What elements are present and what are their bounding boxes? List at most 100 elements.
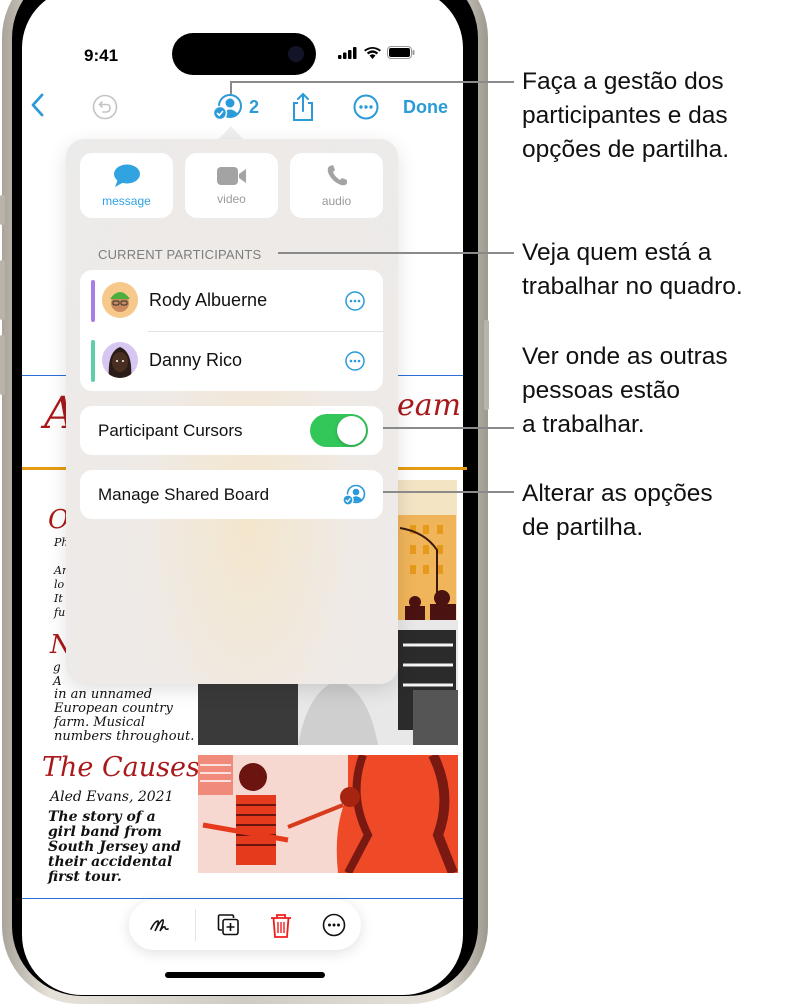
board-more-button[interactable] — [322, 913, 346, 942]
action-button — [0, 195, 5, 225]
note-line: European country — [54, 701, 173, 716]
callout-line-text: Alterar as opções — [522, 480, 713, 507]
chevron-left-icon — [31, 93, 44, 117]
audio-button[interactable]: audio — [290, 153, 383, 218]
participant-name: Rody Albuerne — [149, 290, 268, 310]
message-bubble-icon — [113, 164, 140, 187]
note-line: their accidental — [48, 854, 173, 870]
board-frame-bottom — [22, 898, 463, 899]
video-button[interactable]: video — [185, 153, 278, 218]
undo-icon — [92, 94, 118, 120]
share-button[interactable] — [291, 92, 315, 127]
participant-more-button[interactable] — [345, 351, 365, 376]
toggle-knob — [337, 416, 366, 445]
status-time: 9:41 — [84, 46, 119, 65]
memoji-icon — [108, 347, 132, 378]
participant-name: Danny Rico — [149, 350, 243, 370]
person-checkmark-icon — [213, 94, 242, 121]
memoji-icon — [110, 292, 130, 312]
battery-icon — [387, 46, 415, 59]
message-label: message — [102, 193, 151, 208]
cursor-color-indicator — [91, 340, 95, 382]
popover-arrow — [218, 126, 244, 140]
callout-line-text: pessoas estão — [522, 377, 680, 404]
manage-shared-board-row[interactable]: Manage Shared Board — [80, 470, 383, 519]
status-icons — [338, 46, 415, 59]
duplicate-button[interactable] — [217, 913, 241, 942]
trash-icon — [271, 914, 291, 938]
manage-shared-board-label: Manage Shared Board — [98, 485, 270, 504]
home-indicator — [165, 972, 325, 978]
communication-options: message video audio — [80, 153, 383, 218]
cursor-color-indicator — [91, 280, 95, 322]
board-note-causes: The story of a girl band from South Jers… — [48, 810, 181, 885]
undo-button[interactable] — [92, 94, 118, 125]
audio-label: audio — [321, 193, 352, 208]
ellipsis-circle-icon — [353, 94, 379, 120]
board-note-fragment: gA — [53, 660, 62, 688]
note-line: The story of a — [48, 809, 156, 825]
callout-line — [230, 81, 514, 83]
participant-cursors-row: Participant Cursors — [80, 406, 383, 455]
callout-line-text: a trabalhar. — [522, 411, 645, 438]
collaborate-button[interactable]: 2 — [213, 93, 259, 121]
manage-board-icon-wrap — [342, 484, 366, 511]
participant-cursors-label: Participant Cursors — [98, 421, 243, 440]
callout-line-text: trabalhar no quadro. — [522, 273, 743, 300]
note-line: in an unnamed — [54, 687, 153, 702]
avatar — [102, 282, 138, 318]
callout-participant-cursors: Ver onde as outras pessoas estão a traba… — [522, 340, 728, 442]
toolbar-separator — [195, 909, 196, 941]
board-byline: Aled Evans, 2021 — [50, 789, 174, 805]
note-line: girl band from — [48, 824, 162, 840]
phone-icon — [327, 164, 347, 185]
note-line: South Jersey and — [48, 839, 181, 855]
avatar — [102, 342, 138, 378]
volume-up-button — [0, 260, 5, 320]
callout-current-participants: Veja quem está a trabalhar no quadro. — [522, 236, 743, 304]
volume-down-button — [0, 335, 5, 395]
participants-list: Rody Albuerne Danny Rico — [80, 270, 383, 391]
delete-button[interactable] — [270, 913, 292, 944]
scribble-icon — [150, 919, 169, 932]
participant-count: 2 — [249, 96, 260, 117]
message-button[interactable]: message — [80, 153, 173, 218]
board-heading-causes: The Causes — [42, 752, 200, 783]
callout-line — [383, 491, 514, 493]
band-illustration — [198, 755, 458, 873]
participant-cursors-toggle[interactable] — [310, 414, 368, 447]
side-button — [484, 320, 489, 410]
callout-manage-participants: Faça a gestão dos participantes e das op… — [522, 65, 729, 167]
note-line: farm. Musical — [54, 715, 146, 730]
wifi-icon — [364, 46, 381, 59]
callout-line-text: participantes e das — [522, 102, 728, 129]
callout-line — [383, 427, 514, 429]
board-bottom-toolbar — [129, 900, 361, 950]
callout-line-text: Ver onde as outras — [522, 343, 728, 370]
done-button[interactable]: Done — [403, 97, 448, 118]
participant-more-button[interactable] — [345, 291, 365, 316]
callout-line-text: Veja quem está a — [522, 239, 712, 266]
front-camera — [288, 46, 304, 62]
callout-sharing-options: Alterar as opções de partilha. — [522, 477, 713, 545]
callout-line-text: opções de partilha. — [522, 136, 730, 163]
callout-line-text: Faça a gestão dos — [522, 68, 724, 95]
signal-icon — [338, 46, 357, 59]
city-illustration — [395, 480, 457, 620]
participant-row[interactable]: Danny Rico — [80, 331, 383, 392]
back-button[interactable] — [30, 92, 44, 124]
ellipsis-circle-icon — [322, 913, 346, 937]
ellipsis-circle-icon — [345, 351, 365, 371]
callout-line-text: de partilha. — [522, 514, 644, 541]
section-title: CURRENT PARTICIPANTS — [98, 247, 262, 262]
share-icon — [293, 92, 313, 121]
more-button[interactable] — [353, 94, 379, 125]
scribble-button[interactable] — [149, 913, 173, 942]
ellipsis-circle-icon — [345, 291, 365, 311]
participant-row[interactable]: Rody Albuerne — [80, 270, 383, 331]
board-heading: eam — [397, 388, 462, 423]
note-line: numbers throughout. — [54, 729, 195, 744]
video-camera-icon — [216, 166, 246, 185]
board-note-n: in an unnamed European country farm. Mus… — [54, 688, 194, 744]
note-line: first tour. — [48, 869, 122, 885]
